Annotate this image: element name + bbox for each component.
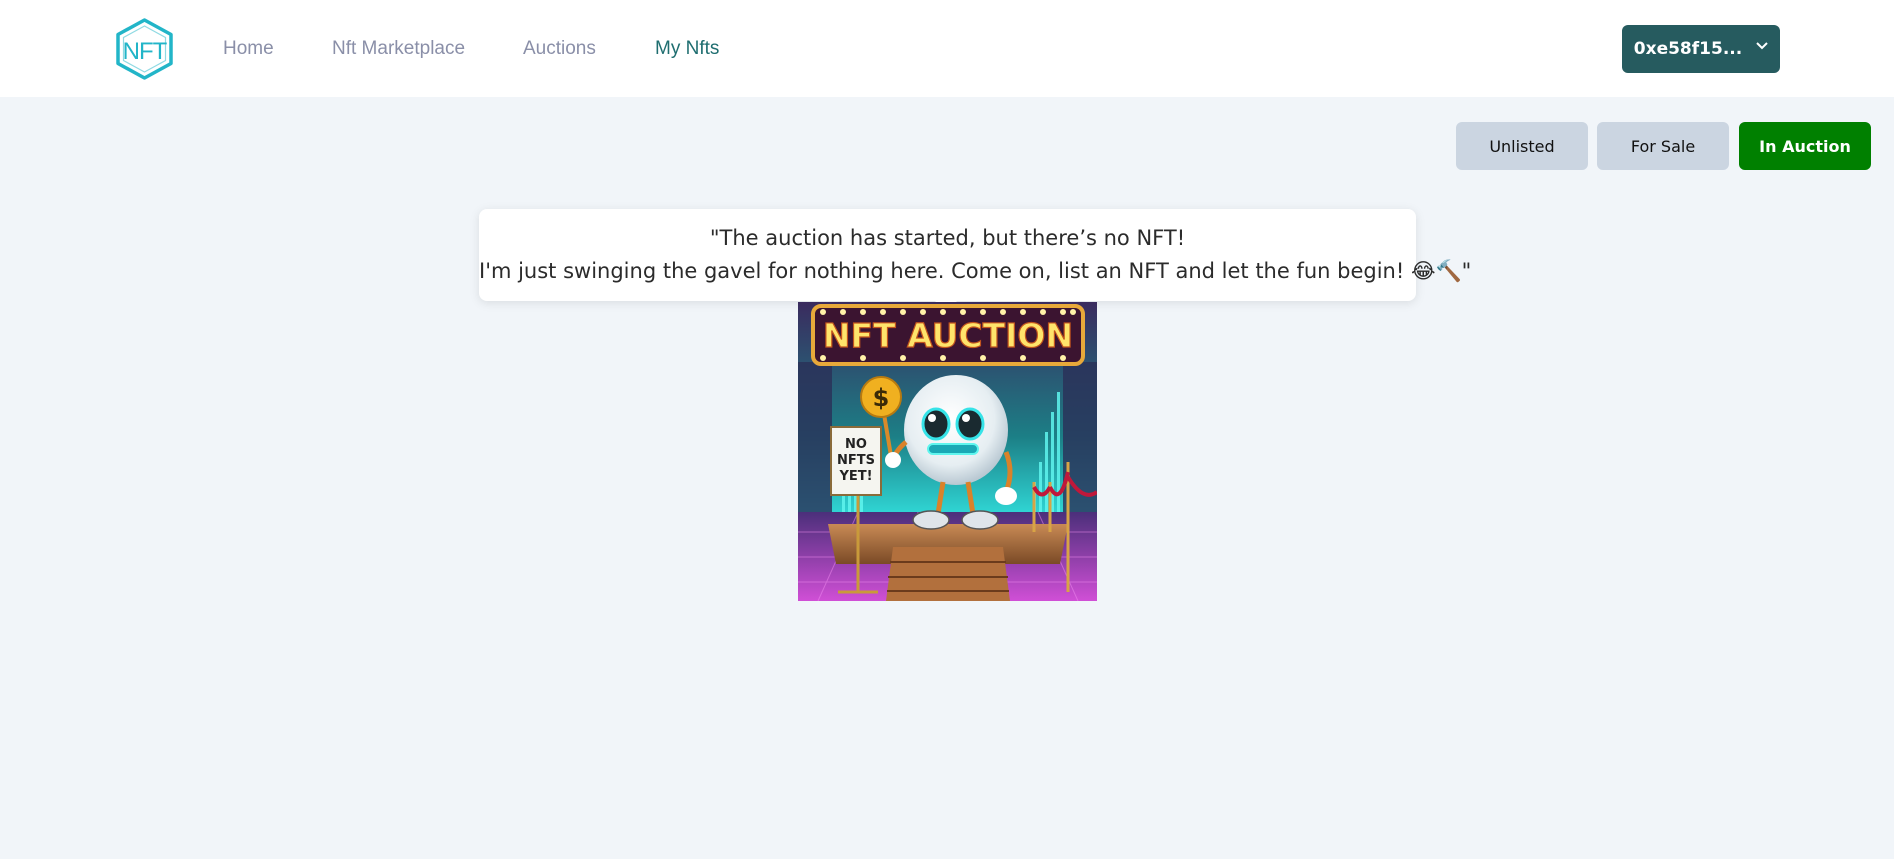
nav-auctions[interactable]: Auctions xyxy=(523,38,596,60)
wallet-address-label: 0xe58f15... xyxy=(1633,39,1743,59)
banner-text: NFT AUCTION xyxy=(823,316,1073,355)
empty-message-line-1: "The auction has started, but there’s no… xyxy=(709,226,1186,250)
sign-line-3: YET! xyxy=(838,469,872,484)
filter-for-sale-button[interactable]: For Sale xyxy=(1597,122,1729,170)
sign-line-1: NO xyxy=(845,437,867,452)
chevron-down-icon xyxy=(1756,39,1768,54)
nav-nft-marketplace[interactable]: Nft Marketplace xyxy=(332,38,465,60)
nav-home[interactable]: Home xyxy=(223,38,274,60)
filter-in-auction-button[interactable]: In Auction xyxy=(1739,122,1871,170)
nft-auction-illustration: NFT AUCTION NO NFTS YET! $ xyxy=(798,302,1097,601)
nav-my-nfts[interactable]: My Nfts xyxy=(655,38,719,60)
filter-unlisted-button[interactable]: Unlisted xyxy=(1456,122,1588,170)
empty-message-line-2: I'm just swinging the gavel for nothing … xyxy=(479,259,1472,283)
sign-line-2: NFTS xyxy=(837,453,875,468)
empty-state-message: "The auction has started, but there’s no… xyxy=(479,209,1472,312)
top-navbar: NFT Home Nft Marketplace Auctions My Nft… xyxy=(0,0,1894,97)
nft-logo[interactable]: NFT xyxy=(113,18,176,80)
wallet-address-button[interactable]: 0xe58f15... xyxy=(1622,25,1780,73)
coin-symbol: $ xyxy=(873,384,890,412)
logo-text: NFT xyxy=(123,38,168,65)
